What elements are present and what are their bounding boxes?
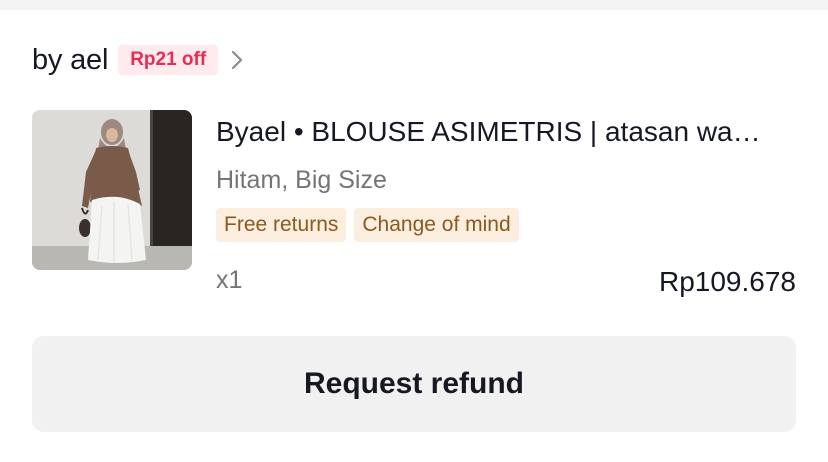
shop-name[interactable]: by ael <box>32 44 108 77</box>
price: Rp109.678 <box>658 266 796 297</box>
tag-change-of-mind: Change of mind <box>354 208 519 242</box>
product-title[interactable]: Byael • BLOUSE ASIMETRIS | atasan wa… <box>216 116 796 148</box>
request-refund-button[interactable]: Request refund <box>32 336 796 432</box>
shop-header[interactable]: by ael Rp21 off <box>32 40 244 80</box>
top-divider <box>0 0 828 10</box>
tag-free-returns: Free returns <box>216 208 347 242</box>
policy-tags: Free returns Change of mind <box>216 208 519 242</box>
discount-badge: Rp21 off <box>118 45 219 75</box>
product-variant: Hitam, Big Size <box>216 166 387 194</box>
product-image[interactable] <box>32 110 192 270</box>
quantity: x1 <box>216 266 243 294</box>
chevron-right-icon[interactable] <box>230 49 244 71</box>
